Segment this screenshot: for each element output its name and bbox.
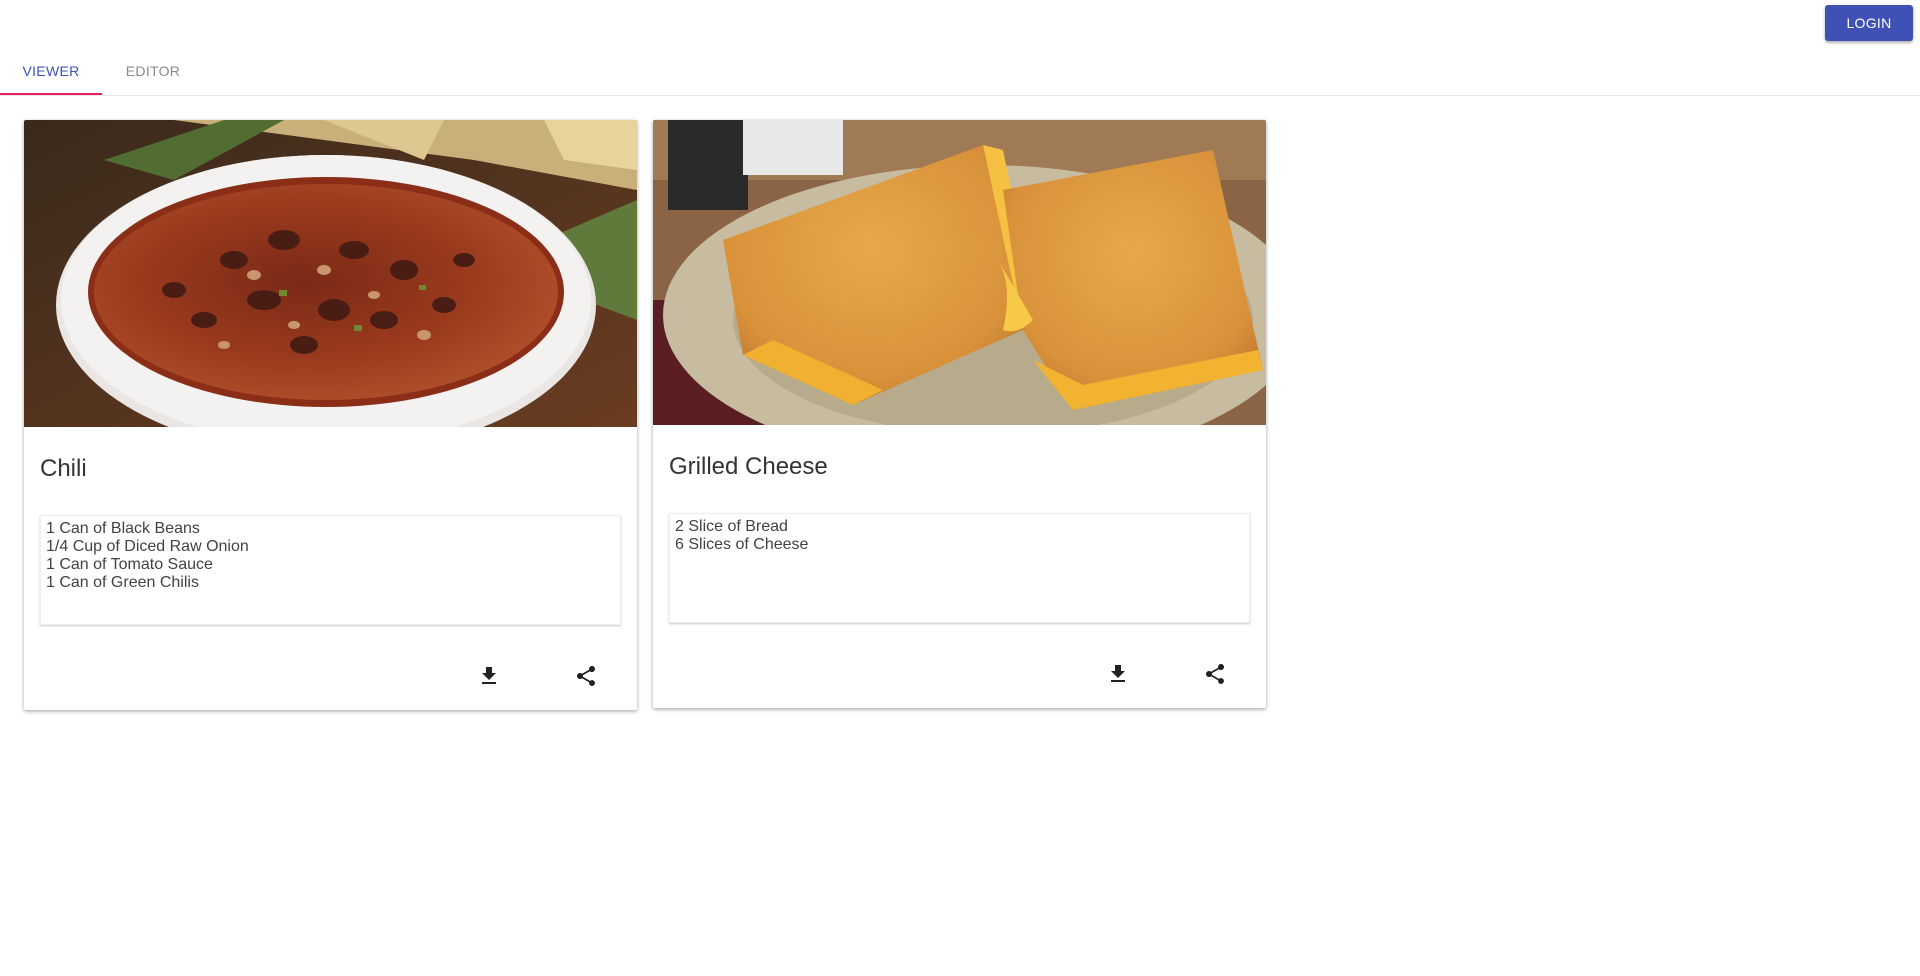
tab-bar: VIEWER EDITOR — [0, 48, 1920, 96]
top-bar: LOGIN — [0, 0, 1920, 48]
recipe-image-chili — [24, 120, 637, 427]
recipe-card-chili: Chili 1 Can of Black Beans 1/4 Cup of Di… — [24, 120, 637, 710]
recipe-image-grilled-cheese — [653, 120, 1266, 425]
download-icon[interactable] — [469, 656, 509, 696]
ingredients-box[interactable]: 1 Can of Black Beans 1/4 Cup of Diced Ra… — [40, 515, 621, 625]
tab-editor[interactable]: EDITOR — [102, 48, 204, 95]
tab-viewer[interactable]: VIEWER — [0, 48, 102, 95]
recipe-title: Grilled Cheese — [669, 453, 828, 480]
ingredients-box[interactable]: 2 Slice of Bread 6 Slices of Cheese — [669, 513, 1250, 623]
recipe-title: Chili — [40, 455, 87, 482]
share-icon[interactable] — [566, 656, 606, 696]
share-icon[interactable] — [1195, 654, 1235, 694]
login-button[interactable]: LOGIN — [1825, 5, 1913, 41]
recipe-card-grilled-cheese: Grilled Cheese 2 Slice of Bread 6 Slices… — [653, 120, 1266, 708]
download-icon[interactable] — [1098, 654, 1138, 694]
